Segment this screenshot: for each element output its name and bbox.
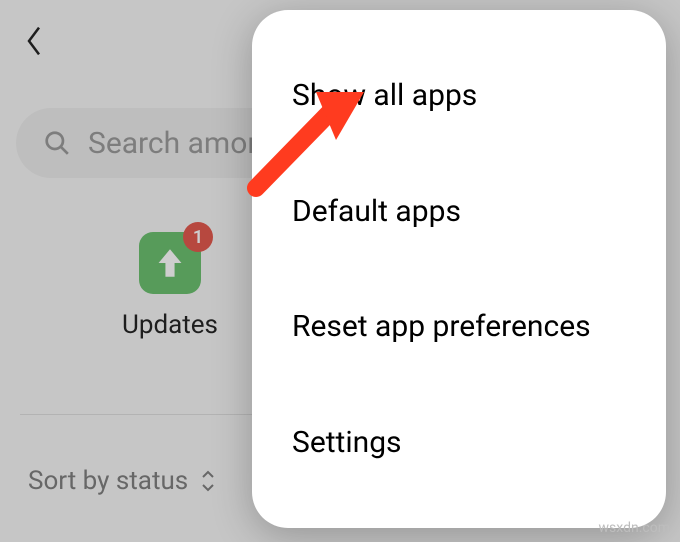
updates-icon: 1 (139, 232, 201, 294)
updates-label: Updates (122, 310, 218, 340)
updates-badge: 1 (183, 222, 213, 252)
back-button[interactable] (24, 24, 44, 62)
chevron-left-icon (24, 24, 44, 58)
search-icon (44, 130, 70, 156)
menu-item-settings[interactable]: Settings (252, 385, 666, 501)
sort-label: Sort by status (28, 466, 188, 496)
sort-selector[interactable]: Sort by status (28, 466, 216, 496)
watermark: wsxdn.com (599, 520, 670, 536)
menu-item-default-apps[interactable]: Default apps (252, 154, 666, 270)
menu-item-reset-app-preferences[interactable]: Reset app preferences (252, 269, 666, 385)
menu-item-show-all-apps[interactable]: Show all apps (252, 38, 666, 154)
overflow-menu: Show all apps Default apps Reset app pre… (252, 10, 666, 528)
sort-arrows-icon (200, 470, 216, 492)
